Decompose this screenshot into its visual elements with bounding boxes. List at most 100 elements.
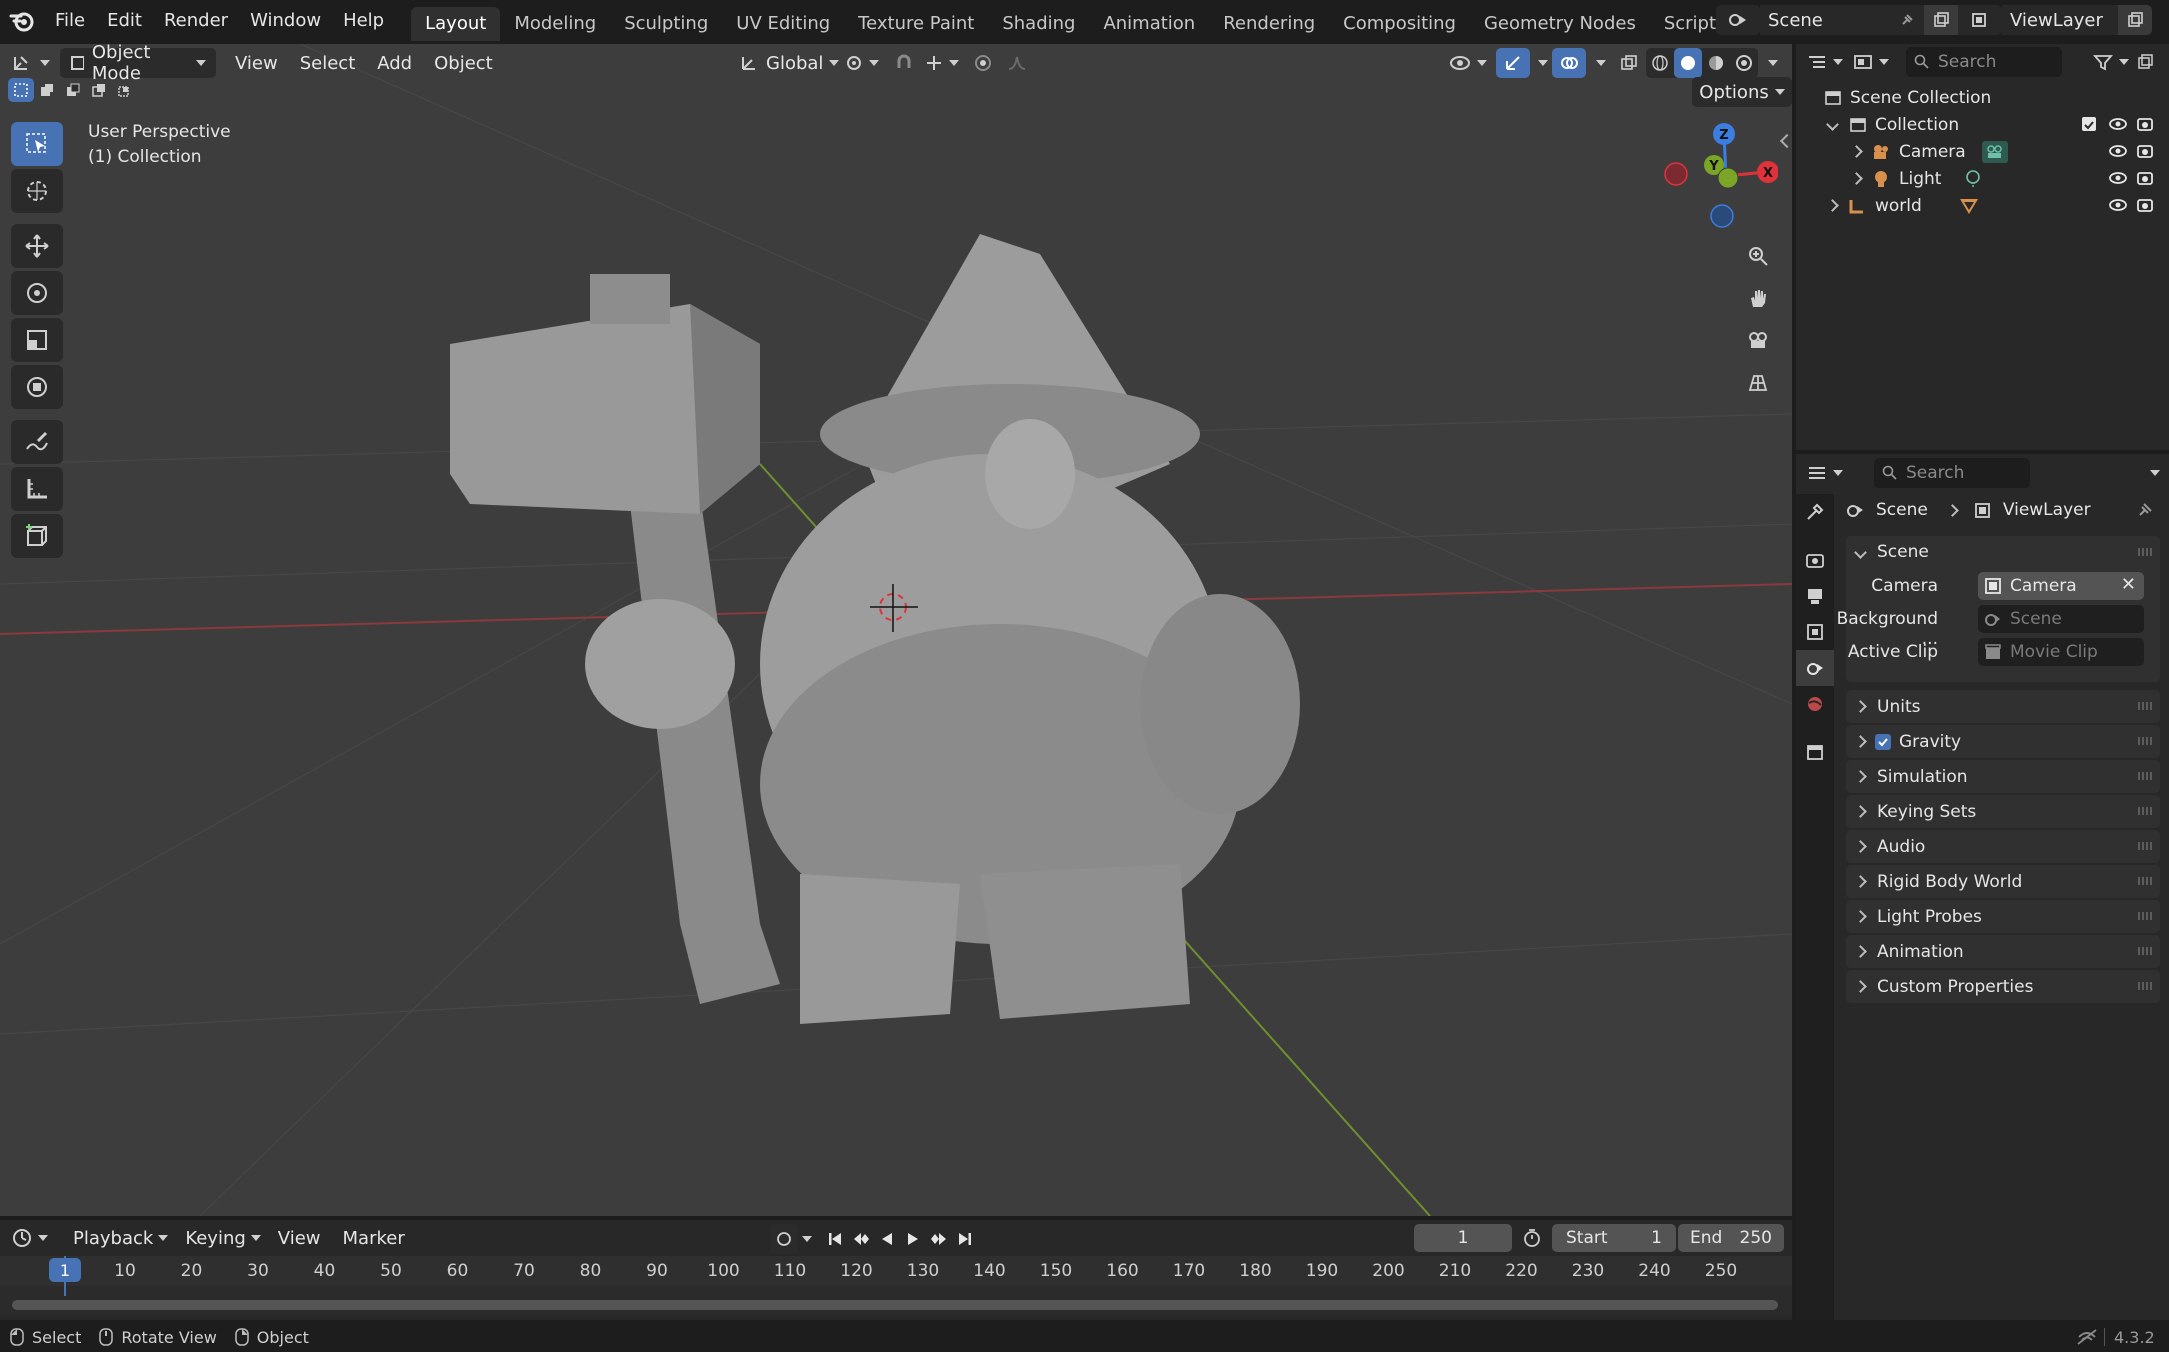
falloff-icon[interactable]	[1000, 48, 1034, 78]
tab-shading[interactable]: Shading	[988, 7, 1089, 41]
timeline-scrollbar[interactable]	[12, 1300, 1778, 1310]
annotate-tool-icon[interactable]	[11, 420, 63, 464]
menu-help[interactable]: Help	[332, 0, 395, 42]
wireframe-shading-icon[interactable]	[1646, 48, 1674, 78]
panel-custom-properties[interactable]: Custom Properties	[1846, 970, 2160, 1003]
overlays-toggle-icon[interactable]	[1552, 48, 1586, 78]
add-cube-tool-icon[interactable]	[11, 514, 63, 558]
scene-name-field[interactable]: Scene	[1760, 5, 1890, 35]
menu-playback[interactable]: Playback	[62, 1228, 164, 1249]
panel-rigid-body-world[interactable]: Rigid Body World	[1846, 865, 2160, 898]
audio-grip-icon[interactable]	[2138, 842, 2152, 850]
render-tab-icon[interactable]	[1796, 542, 1834, 578]
collection-expand-icon[interactable]	[1826, 118, 1839, 131]
play-icon[interactable]	[900, 1224, 926, 1254]
end-frame-field[interactable]: End 250	[1678, 1224, 1784, 1252]
pivot-point-icon[interactable]	[842, 48, 882, 78]
world-visibility-icon[interactable]	[2108, 197, 2128, 213]
preview-range-icon[interactable]	[1518, 1223, 1546, 1253]
light-visibility-icon[interactable]	[2108, 170, 2128, 186]
camera-visibility-icon[interactable]	[2108, 143, 2128, 159]
select-invert-icon[interactable]	[86, 78, 112, 102]
xray-toggle-icon[interactable]	[1612, 48, 1646, 78]
active-clip-field[interactable]: Movie Clip	[1978, 638, 2144, 666]
timeline-editor-icon[interactable]	[8, 1223, 52, 1253]
menu-marker[interactable]: Marker	[332, 1228, 416, 1249]
tab-compositing[interactable]: Compositing	[1329, 7, 1470, 41]
tab-sculpting[interactable]: Sculpting	[610, 7, 722, 41]
neg-x-handle[interactable]	[1664, 162, 1688, 186]
collection-row[interactable]: Collection	[1796, 111, 2169, 138]
play-reverse-icon[interactable]	[874, 1224, 900, 1254]
world-render-icon[interactable]	[2136, 196, 2154, 214]
transform-tool-icon[interactable]	[11, 365, 63, 409]
menu-edit[interactable]: Edit	[96, 0, 153, 42]
navigation-gizmo[interactable]: Z X Y	[1658, 120, 1778, 230]
prev-keyframe-icon[interactable]	[848, 1224, 874, 1254]
menu-object[interactable]: Object	[423, 53, 504, 74]
blender-logo-icon[interactable]	[0, 0, 44, 42]
properties-search-input[interactable]: Search	[1874, 458, 2030, 488]
playhead[interactable]: 1	[49, 1258, 81, 1282]
menu-file[interactable]: File	[44, 0, 96, 42]
visibility-icon[interactable]	[1446, 48, 1490, 78]
background-field[interactable]: Scene	[1978, 605, 2144, 633]
menu-keying[interactable]: Keying	[174, 1228, 256, 1249]
proportional-editing-icon[interactable]	[966, 48, 1000, 78]
pan-hand-icon[interactable]	[1740, 280, 1776, 316]
3d-viewport[interactable]: Object Mode View Select Add Object Globa…	[0, 44, 1792, 1216]
gravity-checkbox[interactable]	[1875, 733, 1891, 750]
select-subtract-icon[interactable]	[60, 78, 86, 102]
panel-simulation[interactable]: Simulation	[1846, 760, 2160, 793]
collection-visibility-icon[interactable]	[2108, 116, 2128, 132]
scene-panel-collapse-icon[interactable]	[1854, 545, 1867, 559]
view-layer-field[interactable]: ViewLayer	[2002, 5, 2118, 35]
scene-collection-row[interactable]: Scene Collection	[1796, 84, 2169, 111]
start-frame-field[interactable]: Start 1	[1552, 1224, 1676, 1252]
menu-view[interactable]: View	[224, 53, 289, 74]
panel-animation[interactable]: Animation	[1846, 935, 2160, 968]
custom-properties-grip-icon[interactable]	[2138, 982, 2152, 990]
outliner-item-camera[interactable]: Camera	[1796, 138, 2169, 165]
new-collection-icon[interactable]	[2134, 47, 2156, 77]
scene-panel-header[interactable]: Scene	[1846, 536, 2160, 568]
panel-units[interactable]: Units	[1846, 690, 2160, 723]
properties-editor-icon[interactable]	[1802, 458, 1848, 488]
select-intersect-icon[interactable]	[112, 78, 138, 102]
current-frame-field[interactable]: 1	[1414, 1224, 1512, 1252]
select-extend-icon[interactable]	[34, 78, 60, 102]
auto-keying-icon[interactable]	[770, 1224, 798, 1254]
jump-start-icon[interactable]	[822, 1224, 848, 1254]
menu-render[interactable]: Render	[153, 0, 239, 42]
menu-timeline-view[interactable]: View	[267, 1228, 332, 1249]
menu-window[interactable]: Window	[239, 0, 332, 42]
light-expand-icon[interactable]	[1850, 172, 1863, 185]
outliner-item-light[interactable]: Light	[1796, 165, 2169, 192]
panel-gravity[interactable]: Gravity	[1846, 725, 2160, 758]
frame-ruler[interactable]: 10 20 30 40 50 60 70 80 90 100 110 120 130 140 150 160 1…	[0, 1256, 1792, 1286]
pin-icon[interactable]	[2136, 501, 2154, 519]
gravity-grip-icon[interactable]	[2138, 737, 2152, 745]
zoom-icon[interactable]	[1740, 238, 1776, 274]
options-dropdown[interactable]: Options	[1692, 77, 1792, 107]
neg-z-handle[interactable]	[1710, 204, 1734, 228]
rigid-body-grip-icon[interactable]	[2138, 877, 2152, 885]
transform-orientation-dropdown[interactable]: Global	[730, 48, 850, 78]
material-shading-icon[interactable]	[1702, 48, 1730, 78]
simulation-grip-icon[interactable]	[2138, 772, 2152, 780]
pin-icon[interactable]	[1890, 5, 1924, 35]
jump-end-icon[interactable]	[952, 1224, 978, 1254]
camera-field[interactable]: Camera ✕	[1978, 572, 2144, 600]
tab-uv-editing[interactable]: UV Editing	[722, 7, 844, 41]
camera-view-icon[interactable]	[1740, 322, 1776, 358]
new-view-layer-icon[interactable]	[2118, 5, 2152, 35]
rotate-tool-icon[interactable]	[11, 271, 63, 315]
snap-target-icon[interactable]	[922, 48, 962, 78]
view-layer-tab-icon[interactable]	[1796, 614, 1834, 650]
outliner-editor-icon[interactable]	[1802, 47, 1848, 77]
editor-type-icon[interactable]	[8, 48, 54, 78]
tab-texture-paint[interactable]: Texture Paint	[844, 7, 988, 41]
tool-tab-icon[interactable]	[1796, 494, 1834, 530]
menu-add[interactable]: Add	[366, 53, 423, 74]
output-tab-icon[interactable]	[1796, 578, 1834, 614]
